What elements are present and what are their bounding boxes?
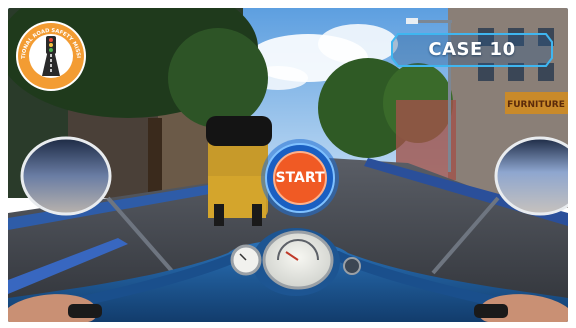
case-number-label: CASE 10: [428, 39, 516, 60]
start-button-graphic: [261, 139, 339, 217]
shop-sign-text: FURNITURE: [507, 100, 565, 110]
start-button[interactable]: START: [260, 138, 340, 218]
road-safety-mission-logo: NATIONAL ROAD SAFETY MISSION: [15, 20, 86, 91]
game-viewport: FURNITURE TIONAL ROAD SAFETY MISSI CASE …: [8, 8, 568, 322]
